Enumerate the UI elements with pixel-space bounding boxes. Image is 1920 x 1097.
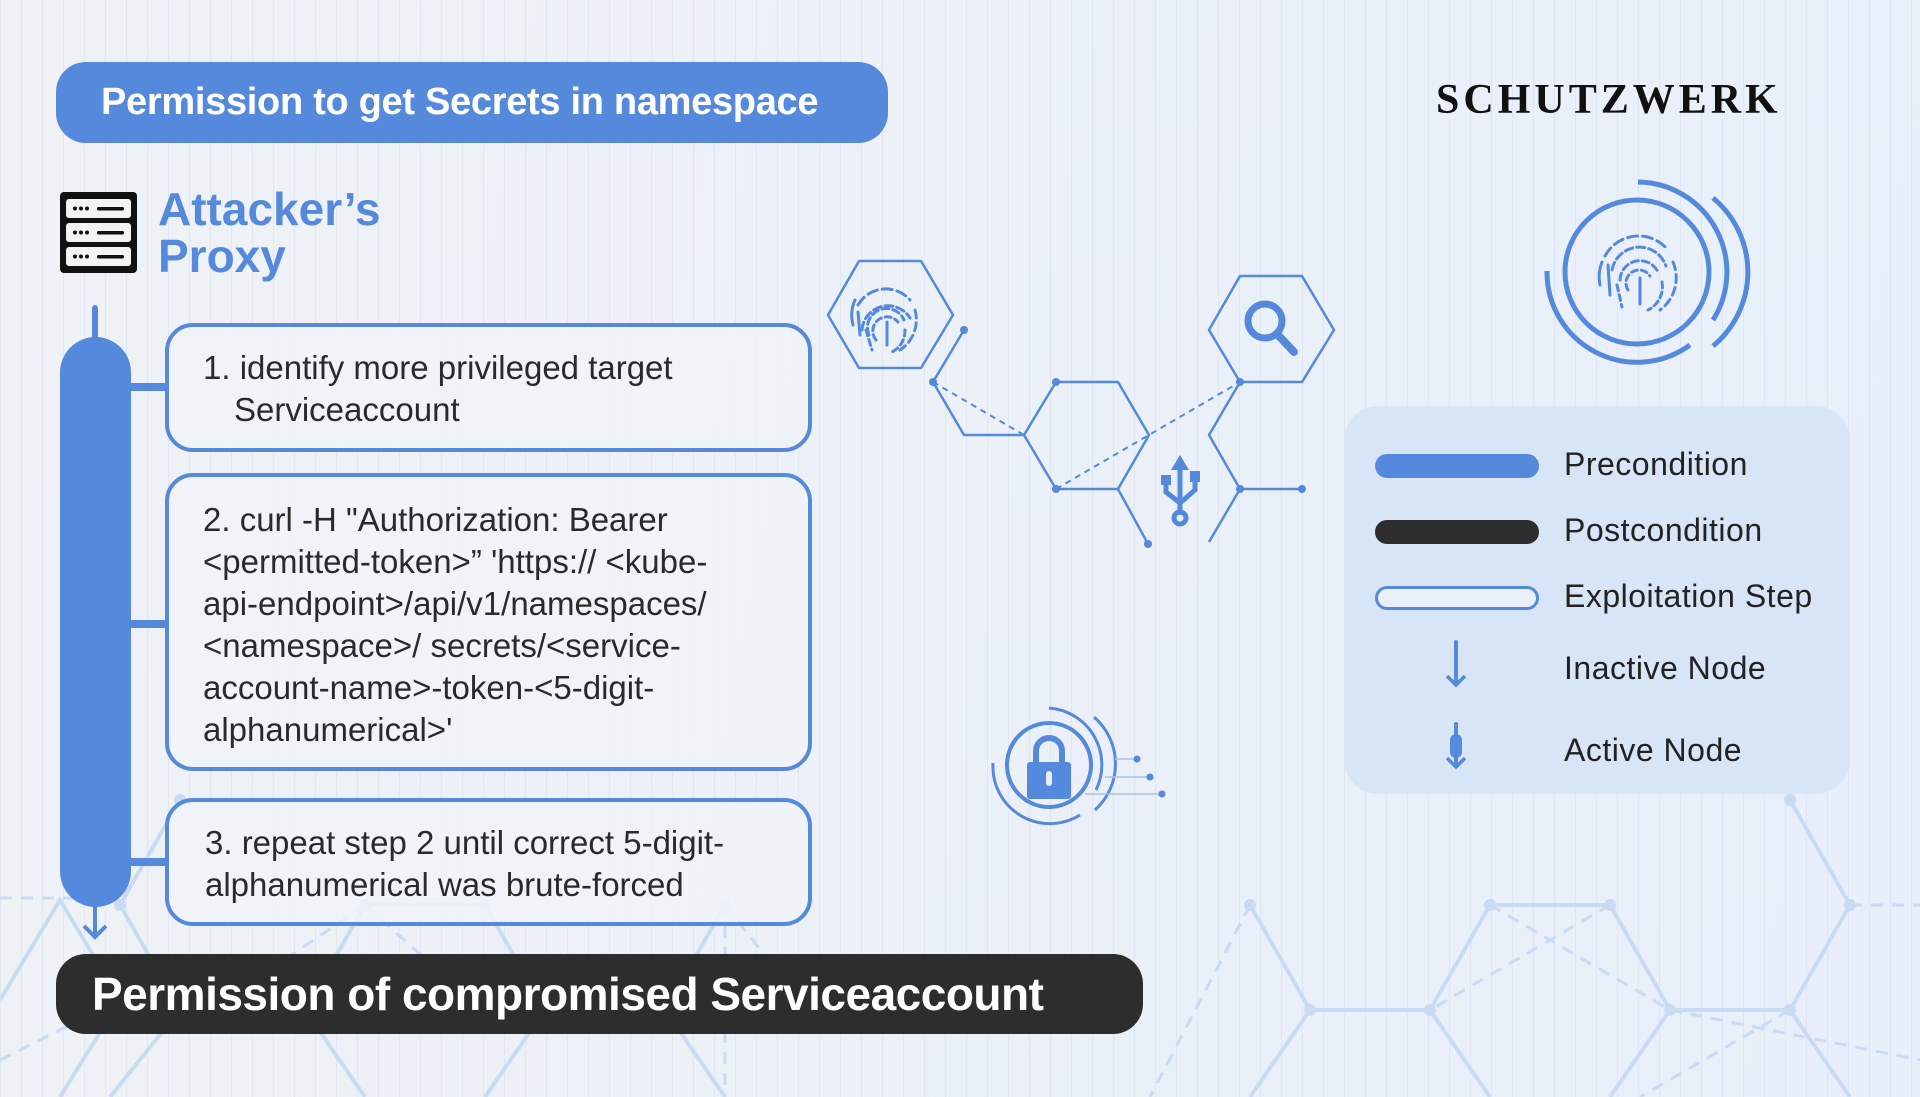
proxy-title: Attacker’s Proxy (158, 186, 380, 280)
step-connector (131, 620, 167, 628)
legend-label: Precondition (1564, 446, 1748, 482)
proxy-title-line1: Attacker’s (158, 183, 381, 235)
server-icon (60, 192, 137, 273)
legend: Precondition Postcondition Exploitation … (1344, 406, 1850, 794)
step-connector (131, 858, 167, 866)
legend-label: Active Node (1564, 732, 1743, 768)
exploitation-step-1: 1. identify more privileged target Servi… (165, 323, 812, 452)
legend-item-inactive-node: Inactive Node (1344, 638, 1850, 698)
step-line: 1. identify more privileged target (203, 349, 673, 386)
step-line: account-name>-token-<5-digit- (203, 669, 655, 706)
step-line: alphanumerical>' (203, 711, 453, 748)
precondition-banner: Permission to get Secrets in namespace (56, 62, 888, 143)
legend-label: Inactive Node (1564, 650, 1767, 686)
postcondition-text: Permission of compromised Serviceaccount (92, 968, 1044, 1020)
exploitation-step-swatch-icon (1375, 586, 1539, 610)
precondition-swatch-icon (1375, 454, 1539, 478)
step-line: Serviceaccount (234, 391, 460, 428)
precondition-text: Permission to get Secrets in namespace (101, 81, 819, 123)
legend-item-precondition: Precondition (1344, 436, 1850, 496)
inactive-node-arrow-icon (1445, 640, 1467, 688)
legend-item-exploitation-step: Exploitation Step (1344, 568, 1850, 628)
proxy-title-line2: Proxy (158, 230, 286, 282)
step-line: <namespace>/ secrets/<service- (203, 627, 681, 664)
schutzwerk-logo: SCHUTZWERK (1436, 77, 1782, 123)
postcondition-swatch-icon (1375, 520, 1539, 544)
legend-item-active-node: Active Node (1344, 720, 1850, 780)
step-line: 3. repeat step 2 until correct 5-digit- (205, 824, 725, 861)
step-connector (131, 383, 167, 391)
step-line: api-endpoint>/api/v1/namespaces/ (203, 585, 707, 622)
legend-label: Postcondition (1564, 512, 1763, 548)
active-node-arrow-icon (1445, 722, 1467, 770)
step-line: <permitted-token>” 'https:// <kube- (203, 543, 708, 580)
exploitation-step-2: 2. curl -H "Authorization: Bearer <permi… (165, 473, 812, 771)
active-node-timeline (60, 337, 131, 907)
legend-label: Exploitation Step (1564, 578, 1813, 614)
timeline-down-arrow-icon (82, 905, 108, 940)
step-line: 2. curl -H "Authorization: Bearer (203, 501, 668, 538)
postcondition-banner: Permission of compromised Serviceaccount (56, 954, 1143, 1034)
step-line: alphanumerical was brute-forced (205, 866, 684, 903)
exploitation-step-3: 3. repeat step 2 until correct 5-digit- … (165, 798, 812, 926)
legend-item-postcondition: Postcondition (1344, 502, 1850, 562)
